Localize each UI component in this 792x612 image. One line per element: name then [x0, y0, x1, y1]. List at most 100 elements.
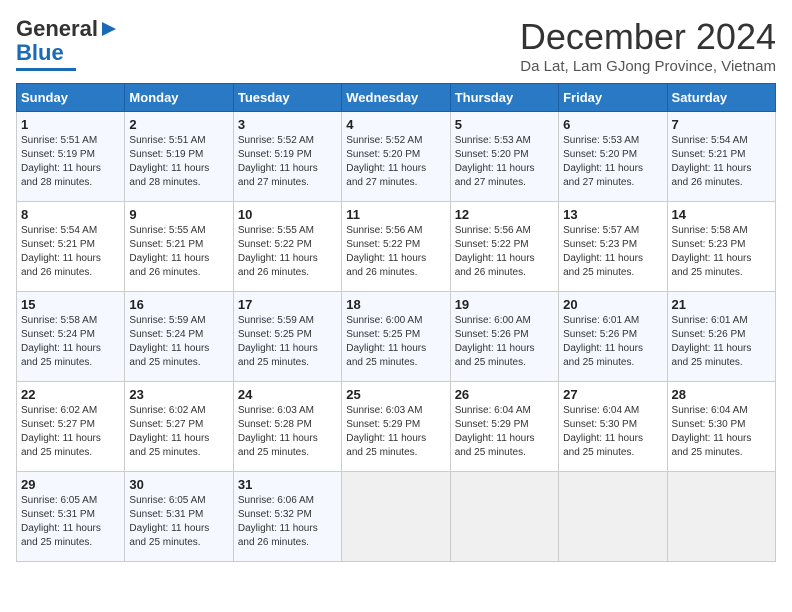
cell-info: Sunrise: 5:59 AMSunset: 5:24 PMDaylight:…	[129, 314, 228, 370]
day-number: 23	[129, 387, 228, 402]
day-number: 10	[238, 207, 337, 222]
calendar-cell: 13Sunrise: 5:57 AMSunset: 5:23 PMDayligh…	[559, 202, 667, 292]
cell-info: Sunrise: 6:05 AMSunset: 5:31 PMDaylight:…	[21, 494, 120, 550]
calendar-cell: 20 Sunrise: 6:01 AMSunset: 5:26 PMDayligh…	[559, 292, 667, 382]
calendar-cell: 7 Sunrise: 5:54 AMSunset: 5:21 PMDaylight…	[667, 112, 775, 202]
cell-info: Sunrise: 6:05 AMSunset: 5:31 PMDaylight:…	[129, 494, 228, 550]
logo: General Blue	[16, 16, 118, 71]
location-subtitle: Da Lat, Lam GJong Province, Vietnam	[520, 58, 776, 75]
cell-info: Sunrise: 5:53 AMSunset: 5:20 PMDaylight:…	[455, 134, 554, 190]
day-number: 9	[129, 207, 228, 222]
calendar-cell: 4 Sunrise: 5:52 AMSunset: 5:20 PMDaylight…	[342, 112, 450, 202]
cell-info: Sunrise: 5:59 AMSunset: 5:25 PMDaylight:…	[238, 314, 337, 370]
day-number: 2	[129, 117, 228, 132]
calendar-cell: 6 Sunrise: 5:53 AMSunset: 5:20 PMDaylight…	[559, 112, 667, 202]
calendar-cell: 3 Sunrise: 5:52 AMSunset: 5:19 PMDaylight…	[233, 112, 341, 202]
calendar-row: 8Sunrise: 5:54 AMSunset: 5:21 PMDaylight…	[17, 202, 776, 292]
logo-text-general: General	[16, 16, 98, 42]
cell-info: Sunrise: 6:03 AMSunset: 5:28 PMDaylight:…	[238, 404, 337, 460]
day-number: 28	[672, 387, 771, 402]
day-number: 17	[238, 297, 337, 312]
calendar-cell: 1 Sunrise: 5:51 AMSunset: 5:19 PMDaylight…	[17, 112, 125, 202]
cell-info: Sunrise: 6:01 AMSunset: 5:26 PMDaylight:…	[563, 314, 662, 370]
day-number: 24	[238, 387, 337, 402]
calendar-body: 1 Sunrise: 5:51 AMSunset: 5:19 PMDaylight…	[17, 112, 776, 562]
calendar-cell: 26Sunrise: 6:04 AMSunset: 5:29 PMDayligh…	[450, 382, 558, 472]
cell-info: Sunrise: 6:02 AMSunset: 5:27 PMDaylight:…	[21, 404, 120, 460]
title-block: December 2024 Da Lat, Lam GJong Province…	[520, 16, 776, 75]
day-number: 3	[238, 117, 337, 132]
calendar-cell: 18Sunrise: 6:00 AMSunset: 5:25 PMDayligh…	[342, 292, 450, 382]
calendar-cell: 5 Sunrise: 5:53 AMSunset: 5:20 PMDaylight…	[450, 112, 558, 202]
calendar-cell: 31Sunrise: 6:06 AMSunset: 5:32 PMDayligh…	[233, 472, 341, 562]
day-number: 26	[455, 387, 554, 402]
header-friday: Friday	[559, 84, 667, 112]
day-number: 7	[672, 117, 771, 132]
calendar-cell	[559, 472, 667, 562]
cell-info: Sunrise: 5:52 AMSunset: 5:19 PMDaylight:…	[238, 134, 337, 190]
cell-info: Sunrise: 5:51 AMSunset: 5:19 PMDaylight:…	[21, 134, 120, 190]
calendar-cell: 30 Sunrise: 6:05 AMSunset: 5:31 PMDayligh…	[125, 472, 233, 562]
calendar-cell: 8Sunrise: 5:54 AMSunset: 5:21 PMDaylight…	[17, 202, 125, 292]
cell-info: Sunrise: 5:56 AMSunset: 5:22 PMDaylight:…	[346, 224, 445, 280]
logo-arrow-icon	[100, 20, 118, 38]
calendar-cell	[667, 472, 775, 562]
cell-info: Sunrise: 6:04 AMSunset: 5:30 PMDaylight:…	[563, 404, 662, 460]
day-number: 30	[129, 477, 228, 492]
calendar-cell: 27 Sunrise: 6:04 AMSunset: 5:30 PMDayligh…	[559, 382, 667, 472]
day-number: 27	[563, 387, 662, 402]
page-header: General Blue December 2024 Da Lat, Lam G…	[16, 16, 776, 75]
calendar-cell: 17 Sunrise: 5:59 AMSunset: 5:25 PMDayligh…	[233, 292, 341, 382]
day-number: 29	[21, 477, 120, 492]
cell-info: Sunrise: 5:57 AMSunset: 5:23 PMDaylight:…	[563, 224, 662, 280]
header-row: Sunday Monday Tuesday Wednesday Thursday…	[17, 84, 776, 112]
calendar-cell: 22Sunrise: 6:02 AMSunset: 5:27 PMDayligh…	[17, 382, 125, 472]
day-number: 5	[455, 117, 554, 132]
calendar-cell: 2 Sunrise: 5:51 AMSunset: 5:19 PMDaylight…	[125, 112, 233, 202]
calendar-cell: 16 Sunrise: 5:59 AMSunset: 5:24 PMDayligh…	[125, 292, 233, 382]
cell-info: Sunrise: 5:51 AMSunset: 5:19 PMDaylight:…	[129, 134, 228, 190]
day-number: 19	[455, 297, 554, 312]
cell-info: Sunrise: 5:55 AMSunset: 5:21 PMDaylight:…	[129, 224, 228, 280]
month-title: December 2024	[520, 16, 776, 58]
calendar-row: 15Sunrise: 5:58 AMSunset: 5:24 PMDayligh…	[17, 292, 776, 382]
cell-info: Sunrise: 5:53 AMSunset: 5:20 PMDaylight:…	[563, 134, 662, 190]
calendar-cell: 23Sunrise: 6:02 AMSunset: 5:27 PMDayligh…	[125, 382, 233, 472]
calendar-cell: 21 Sunrise: 6:01 AMSunset: 5:26 PMDayligh…	[667, 292, 775, 382]
day-number: 1	[21, 117, 120, 132]
day-number: 20	[563, 297, 662, 312]
calendar-table: Sunday Monday Tuesday Wednesday Thursday…	[16, 83, 776, 562]
day-number: 8	[21, 207, 120, 222]
cell-info: Sunrise: 6:01 AMSunset: 5:26 PMDaylight:…	[672, 314, 771, 370]
cell-info: Sunrise: 6:06 AMSunset: 5:32 PMDaylight:…	[238, 494, 337, 550]
cell-info: Sunrise: 6:00 AMSunset: 5:26 PMDaylight:…	[455, 314, 554, 370]
cell-info: Sunrise: 6:04 AMSunset: 5:30 PMDaylight:…	[672, 404, 771, 460]
calendar-row: 22Sunrise: 6:02 AMSunset: 5:27 PMDayligh…	[17, 382, 776, 472]
header-wednesday: Wednesday	[342, 84, 450, 112]
calendar-cell	[342, 472, 450, 562]
cell-info: Sunrise: 5:58 AMSunset: 5:23 PMDaylight:…	[672, 224, 771, 280]
calendar-row: 1 Sunrise: 5:51 AMSunset: 5:19 PMDaylight…	[17, 112, 776, 202]
calendar-cell: 12Sunrise: 5:56 AMSunset: 5:22 PMDayligh…	[450, 202, 558, 292]
cell-info: Sunrise: 5:55 AMSunset: 5:22 PMDaylight:…	[238, 224, 337, 280]
calendar-header: Sunday Monday Tuesday Wednesday Thursday…	[17, 84, 776, 112]
calendar-cell: 11 Sunrise: 5:56 AMSunset: 5:22 PMDayligh…	[342, 202, 450, 292]
day-number: 11	[346, 207, 445, 222]
day-number: 4	[346, 117, 445, 132]
calendar-row: 29 Sunrise: 6:05 AMSunset: 5:31 PMDayligh…	[17, 472, 776, 562]
logo-text-blue: Blue	[16, 40, 64, 66]
day-number: 6	[563, 117, 662, 132]
calendar-cell: 29 Sunrise: 6:05 AMSunset: 5:31 PMDayligh…	[17, 472, 125, 562]
header-thursday: Thursday	[450, 84, 558, 112]
cell-info: Sunrise: 5:58 AMSunset: 5:24 PMDaylight:…	[21, 314, 120, 370]
day-number: 25	[346, 387, 445, 402]
calendar-cell: 24 Sunrise: 6:03 AMSunset: 5:28 PMDayligh…	[233, 382, 341, 472]
cell-info: Sunrise: 6:00 AMSunset: 5:25 PMDaylight:…	[346, 314, 445, 370]
calendar-cell: 19 Sunrise: 6:00 AMSunset: 5:26 PMDayligh…	[450, 292, 558, 382]
cell-info: Sunrise: 5:52 AMSunset: 5:20 PMDaylight:…	[346, 134, 445, 190]
day-number: 16	[129, 297, 228, 312]
day-number: 21	[672, 297, 771, 312]
header-monday: Monday	[125, 84, 233, 112]
header-sunday: Sunday	[17, 84, 125, 112]
cell-info: Sunrise: 5:54 AMSunset: 5:21 PMDaylight:…	[672, 134, 771, 190]
